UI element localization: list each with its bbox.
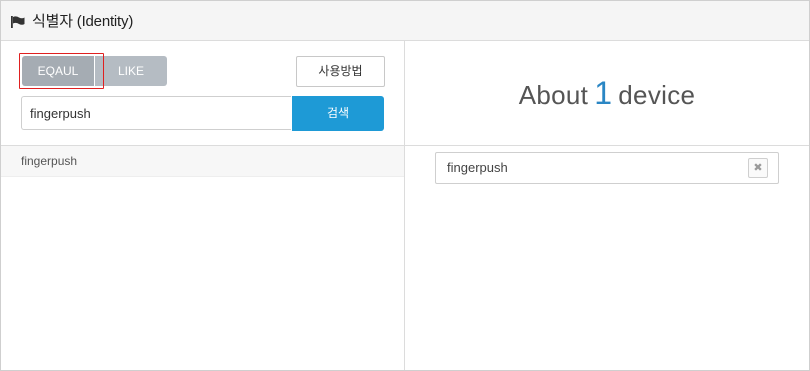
- device-count-summary: About 1 device: [405, 75, 809, 112]
- device-pane: About 1 device fingerpush ✖: [405, 41, 809, 370]
- summary-prefix: About: [518, 80, 589, 110]
- device-count: 1: [594, 75, 613, 111]
- identity-panel: 식별자 (Identity) EQAUL LIKE 사용방법 검색 finger…: [0, 0, 810, 371]
- selected-tag: fingerpush ✖: [435, 152, 779, 184]
- divider: [405, 145, 809, 146]
- search-button[interactable]: 검색: [292, 96, 384, 131]
- equal-button[interactable]: EQAUL: [22, 56, 94, 86]
- summary-suffix: device: [618, 80, 696, 110]
- search-pane: EQAUL LIKE 사용방법 검색 fingerpush: [1, 41, 404, 370]
- tag-label: fingerpush: [447, 160, 508, 175]
- result-item[interactable]: fingerpush: [1, 146, 404, 177]
- panel-header: 식별자 (Identity): [1, 1, 809, 41]
- like-button[interactable]: LIKE: [95, 56, 167, 86]
- panel-title: 식별자 (Identity): [32, 13, 134, 30]
- flag-icon: [11, 15, 25, 28]
- search-input[interactable]: [21, 96, 291, 130]
- close-icon[interactable]: ✖: [748, 158, 768, 178]
- match-mode-toggle: EQAUL LIKE: [22, 56, 167, 86]
- howto-button[interactable]: 사용방법: [296, 56, 385, 87]
